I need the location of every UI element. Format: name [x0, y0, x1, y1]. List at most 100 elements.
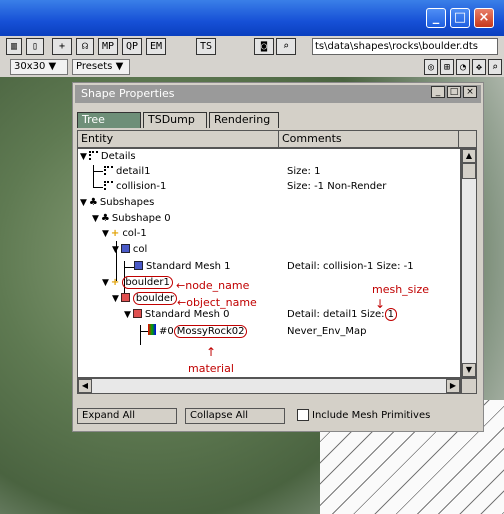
node-icon: +	[110, 277, 120, 288]
mesh-icon	[132, 309, 142, 318]
file-path-dropdown[interactable]: ts\data\shapes\rocks\boulder.dts	[312, 38, 498, 55]
rotate-icon[interactable]: ◔	[456, 59, 470, 75]
include-mesh-checkbox[interactable]	[297, 409, 309, 421]
node-icon: +	[110, 228, 120, 239]
collapse-arrow-icon[interactable]: ▼	[102, 229, 109, 239]
node-name-annotation: ←node_name	[176, 279, 250, 292]
dialog-close-button[interactable]: ×	[463, 86, 477, 98]
row-label: boulder1	[122, 276, 173, 289]
scroll-left-icon[interactable]: ◀	[78, 379, 92, 393]
dialog-minimize-button[interactable]: _	[431, 86, 445, 98]
tree-row-col[interactable]: ▼ col	[112, 242, 147, 258]
scroll-up-icon[interactable]: ▲	[462, 149, 476, 163]
maximize-button[interactable]: □	[450, 8, 470, 28]
tree-row-detail1[interactable]: detail1	[104, 164, 150, 180]
tree-connector	[93, 187, 103, 188]
window-titlebar: _ □ ×	[0, 0, 504, 36]
camera-icon[interactable]: ◙	[254, 38, 274, 55]
light-icon[interactable]: ☊	[76, 38, 94, 55]
include-mesh-label: Include Mesh Primitives	[312, 410, 431, 421]
tree-row-boulder[interactable]: ▼ boulder	[112, 291, 178, 307]
annotation-text: node_name	[185, 279, 250, 292]
collapse-arrow-icon[interactable]: ▼	[80, 152, 87, 162]
tool-mp[interactable]: MP	[98, 38, 118, 55]
expand-all-button[interactable]: Expand All	[77, 408, 177, 424]
detail-icon	[104, 181, 113, 190]
tree-row-details[interactable]: ▼ Details	[80, 149, 136, 165]
row-label: collision-1	[116, 181, 167, 192]
tab-tsdump[interactable]: TSDump	[143, 112, 207, 128]
collapse-arrow-icon[interactable]: ▼	[92, 214, 99, 224]
collapse-arrow-icon[interactable]: ▼	[112, 294, 119, 304]
collapse-arrow-icon[interactable]: ▼	[124, 310, 131, 320]
col-comments-header[interactable]: Comments	[279, 131, 459, 147]
tree-row-material[interactable]: #0 MossyRock02	[148, 324, 248, 340]
presets-dropdown[interactable]: Presets ▼	[72, 59, 130, 75]
tree-row-standard-mesh-1[interactable]: Standard Mesh 1	[134, 259, 231, 275]
resize-grip-icon[interactable]	[461, 378, 477, 394]
row-comment: Size: -1 Non-Render	[287, 181, 387, 192]
tool-ts[interactable]: TS	[196, 38, 216, 55]
row-label: col	[132, 244, 148, 255]
mesh-size-annotation: mesh_size	[372, 283, 429, 296]
vertical-scrollbar[interactable]: ▲ ▼	[461, 148, 477, 378]
row-label: Standard Mesh 0	[144, 309, 230, 320]
hierarchy-icon: ♣	[88, 197, 98, 208]
tree-row-standard-mesh-0[interactable]: ▼ Standard Mesh 0	[124, 307, 229, 323]
row-label: Subshape 0	[111, 213, 171, 224]
collapse-all-button[interactable]: Collapse All	[185, 408, 285, 424]
minimize-button[interactable]: _	[426, 8, 446, 28]
hierarchy-icon: ♣	[100, 213, 110, 224]
row-label: Standard Mesh 1	[146, 261, 231, 272]
object-name-annotation: ←object_name	[177, 296, 257, 309]
row-label: detail1	[116, 166, 151, 177]
grid-icon[interactable]: ▥	[6, 38, 22, 55]
tab-tree[interactable]: Tree	[77, 112, 141, 128]
material-prefix: #0	[159, 326, 174, 337]
search-icon[interactable]: ⌕	[488, 59, 502, 75]
column-headers: Entity Comments	[77, 130, 477, 148]
collapse-arrow-icon[interactable]: ▼	[112, 245, 119, 255]
book-icon[interactable]: ▯	[26, 38, 44, 55]
mesh-size-arrow-icon: ↓	[375, 297, 386, 311]
col-entity-header[interactable]: Entity	[78, 131, 279, 147]
tool-qp[interactable]: QP	[122, 38, 142, 55]
mesh-size-value: 1	[384, 308, 397, 321]
object-icon	[120, 293, 130, 302]
tree-row-subshape-0[interactable]: ▼ ♣ Subshape 0	[92, 211, 171, 227]
view-toolbar: 30x30 ▼ Presets ▼ ◎ ⊞ ◔ ✥ ⌕	[0, 58, 504, 78]
row-label: Details	[100, 151, 136, 162]
annotation-text: object_name	[186, 296, 257, 309]
tree-row-boulder1[interactable]: ▼ + boulder1	[102, 275, 173, 291]
comment-text: Detail: detail1 Size:	[287, 309, 385, 320]
close-button[interactable]: ×	[474, 8, 494, 28]
tool-em[interactable]: EM	[146, 38, 166, 55]
tab-rendering[interactable]: Rendering	[209, 112, 279, 128]
dialog-maximize-button[interactable]: □	[447, 86, 461, 98]
row-label: MossyRock02	[173, 325, 248, 338]
move-icon[interactable]: ✥	[472, 59, 486, 75]
tree-row-col-1[interactable]: ▼ + col-1	[102, 226, 147, 242]
material-arrow-icon: ↑	[206, 345, 217, 359]
horizontal-scrollbar[interactable]: ◀ ▶	[77, 378, 461, 394]
zoom-icon[interactable]: ⌕	[276, 38, 296, 55]
scroll-down-icon[interactable]: ▼	[462, 363, 476, 377]
tree-view[interactable]: ▼ Details detail1 Size: 1 collision-1 Siz…	[77, 148, 461, 378]
target-icon[interactable]: ◎	[424, 59, 438, 75]
scroll-thumb[interactable]	[462, 163, 476, 179]
grid-view-icon[interactable]: ⊞	[440, 59, 454, 75]
tree-connector	[124, 267, 134, 268]
detail-icon	[104, 166, 113, 175]
resolution-dropdown[interactable]: 30x30 ▼	[10, 59, 68, 75]
row-comment: Never_Env_Map	[287, 326, 367, 337]
tree-row-collision-1[interactable]: collision-1	[104, 179, 166, 195]
collapse-arrow-icon[interactable]: ▼	[102, 278, 109, 288]
details-icon	[88, 151, 98, 160]
row-label: boulder	[132, 292, 178, 305]
collapse-arrow-icon[interactable]: ▼	[80, 198, 87, 208]
add-node-icon[interactable]: +	[52, 38, 72, 55]
scroll-right-icon[interactable]: ▶	[446, 379, 460, 393]
tree-row-subshapes[interactable]: ▼ ♣ Subshapes	[80, 195, 154, 211]
row-comment: Detail: collision-1 Size: -1	[287, 261, 414, 272]
shape-properties-dialog: Shape Properties _ □ × Tree TSDump Rende…	[72, 82, 484, 432]
